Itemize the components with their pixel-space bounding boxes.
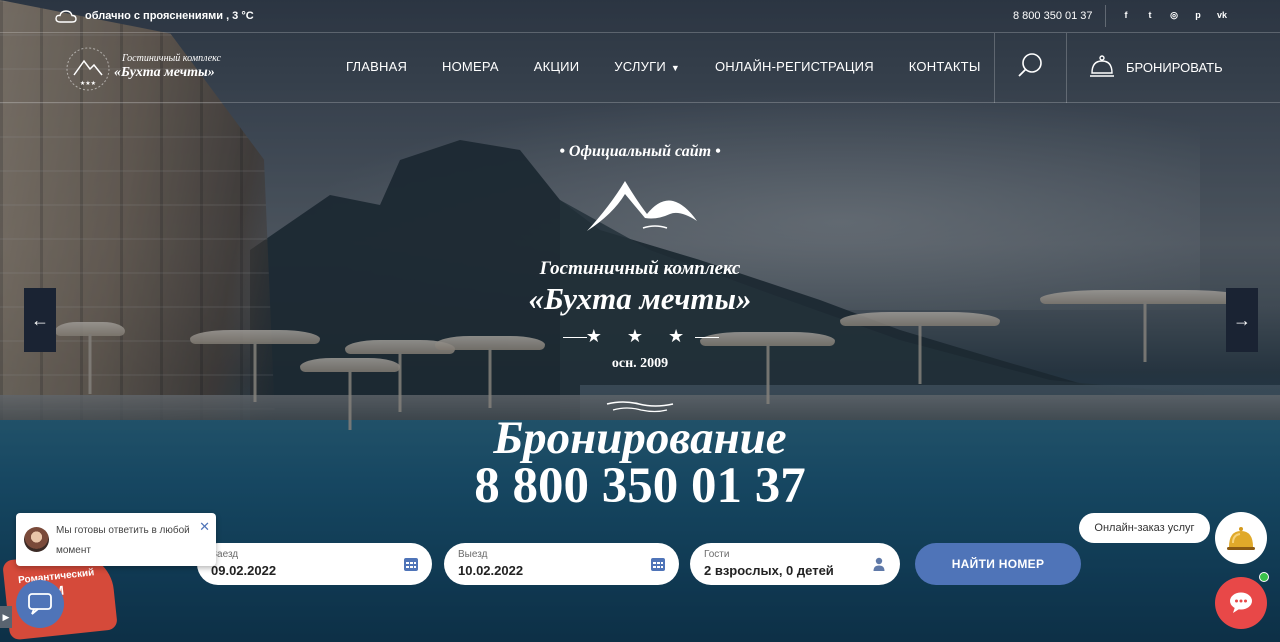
nav-services[interactable]: УСЛУГИ ▼ (614, 59, 680, 74)
search-icon (1018, 53, 1042, 77)
nav-online-registration-label: ОНЛАЙН-РЕГИСТРАЦИЯ (714, 59, 874, 74)
nav-rooms-label: НОМЕРА (442, 59, 499, 74)
logo-emblem-icon: ★★★ (66, 47, 110, 91)
online-order-label: Онлайн-заказ услуг (1094, 522, 1195, 534)
user-icon (873, 557, 885, 571)
headline-title: Бронирование (493, 412, 787, 464)
logo-subtitle: Гостиничный комплекс (122, 53, 221, 64)
booking-headline: Бронирование 8 800 350 01 37 (380, 412, 900, 512)
pinterest-icon[interactable]: p (1192, 9, 1204, 21)
facebook-icon[interactable]: f (1120, 9, 1132, 21)
header-divider (994, 33, 995, 103)
social-links: f t ◎ p vk (1120, 9, 1228, 21)
nav-promotions-label: АКЦИИ (533, 59, 580, 74)
book-button[interactable]: БРОНИРОВАТЬ (1088, 53, 1223, 81)
find-room-button[interactable]: НАЙТИ НОМЕР (915, 543, 1081, 585)
chat-message: Мы готовы ответить в любой момент (56, 525, 190, 556)
online-status-dot (1259, 572, 1269, 582)
find-room-label: НАЙТИ НОМЕР (951, 557, 1045, 571)
site-logo[interactable]: ★★★ Гостиничный комплекс «Бухта мечты» (62, 39, 242, 95)
official-site-label: • Официальный сайт • (559, 143, 721, 160)
svg-text:★★★: ★★★ (80, 80, 96, 87)
emblem-line1: Гостиничный комплекс (539, 258, 741, 279)
chevron-down-icon: ▼ (670, 62, 680, 73)
vk-icon[interactable]: vk (1216, 9, 1228, 21)
nav-services-label: УСЛУГИ (614, 59, 666, 74)
nav-promotions[interactable]: АКЦИИ (534, 59, 580, 74)
header-divider (1066, 33, 1067, 103)
messenger-button[interactable] (1215, 577, 1267, 629)
checkout-value: 10.02.2022 (458, 563, 524, 578)
cloud-sun-icon (55, 10, 77, 23)
slider-next-button[interactable]: → (1226, 288, 1258, 352)
mini-play-icon[interactable]: ▶ (0, 606, 12, 628)
weather-widget: облачно с прояснениями , 3 °C (55, 8, 254, 24)
nav-online-registration[interactable]: ОНЛАЙН-РЕГИСТРАЦИЯ (715, 59, 874, 74)
main-nav: ГЛАВНАЯ НОМЕРА АКЦИИ УСЛУГИ ▼ ОНЛАЙН-РЕГИ… (346, 59, 981, 74)
hero-emblem: • Официальный сайт • Гостиничный комплек… (490, 138, 790, 418)
top-phone[interactable]: 8 800 350 01 37 (1013, 10, 1093, 22)
nav-home-label: ГЛАВНАЯ (346, 59, 408, 74)
calendar-icon (404, 558, 418, 571)
chat-popup[interactable]: Мы готовы ответить в любой момент ✕ (16, 513, 216, 566)
chat-open-button[interactable] (16, 580, 64, 628)
checkout-field[interactable]: Выезд 10.02.2022 (444, 543, 679, 585)
headline-phone[interactable]: 8 800 350 01 37 (380, 461, 900, 512)
slider-prev-button[interactable]: ← (24, 288, 56, 352)
guests-value: 2 взрослых, 0 детей (704, 563, 834, 578)
book-button-label: БРОНИРОВАТЬ (1126, 59, 1223, 75)
instagram-icon[interactable]: ◎ (1168, 9, 1180, 21)
nav-contacts-label: КОНТАКТЫ (908, 59, 981, 74)
checkin-value: 09.02.2022 (211, 563, 277, 578)
chat-bubble-icon (28, 593, 52, 615)
search-button[interactable] (1016, 51, 1046, 81)
emblem-established: осн. 2009 (611, 356, 669, 371)
operator-avatar (24, 527, 49, 552)
service-bell-icon (1227, 527, 1255, 550)
nav-home[interactable]: ГЛАВНАЯ (346, 59, 407, 74)
guests-field[interactable]: Гости 2 взрослых, 0 детей (690, 543, 900, 585)
emblem-stars: ★ ★ ★ (585, 326, 695, 346)
main-header: ★★★ Гостиничный комплекс «Бухта мечты» Г… (0, 33, 1280, 103)
arrow-left-icon: ← (31, 309, 49, 330)
emblem-rule (695, 337, 719, 338)
service-bell-button[interactable] (1215, 512, 1267, 564)
reception-bell-icon (1090, 55, 1114, 77)
divider (1105, 5, 1106, 27)
checkout-label: Выезд (458, 549, 488, 560)
close-icon[interactable]: ✕ (199, 519, 210, 535)
nav-contacts[interactable]: КОНТАКТЫ (909, 59, 981, 74)
guests-label: Гости (704, 549, 730, 560)
nav-rooms[interactable]: НОМЕРА (442, 59, 499, 74)
twitter-icon[interactable]: t (1144, 9, 1156, 21)
top-bar: облачно с прояснениями , 3 °C 8 800 350 … (0, 0, 1280, 33)
online-order-button[interactable]: Онлайн-заказ услуг (1079, 513, 1210, 543)
calendar-icon (651, 558, 665, 571)
arrow-right-icon: → (1233, 309, 1251, 330)
mountain-logo-icon (587, 181, 697, 231)
weather-text: облачно с прояснениями , 3 °C (85, 10, 254, 22)
logo-name: «Бухта мечты» (114, 65, 215, 80)
speech-bubble-icon (1230, 592, 1252, 613)
emblem-line2: «Бухта мечты» (528, 281, 752, 316)
checkin-field[interactable]: Заезд 09.02.2022 (197, 543, 432, 585)
